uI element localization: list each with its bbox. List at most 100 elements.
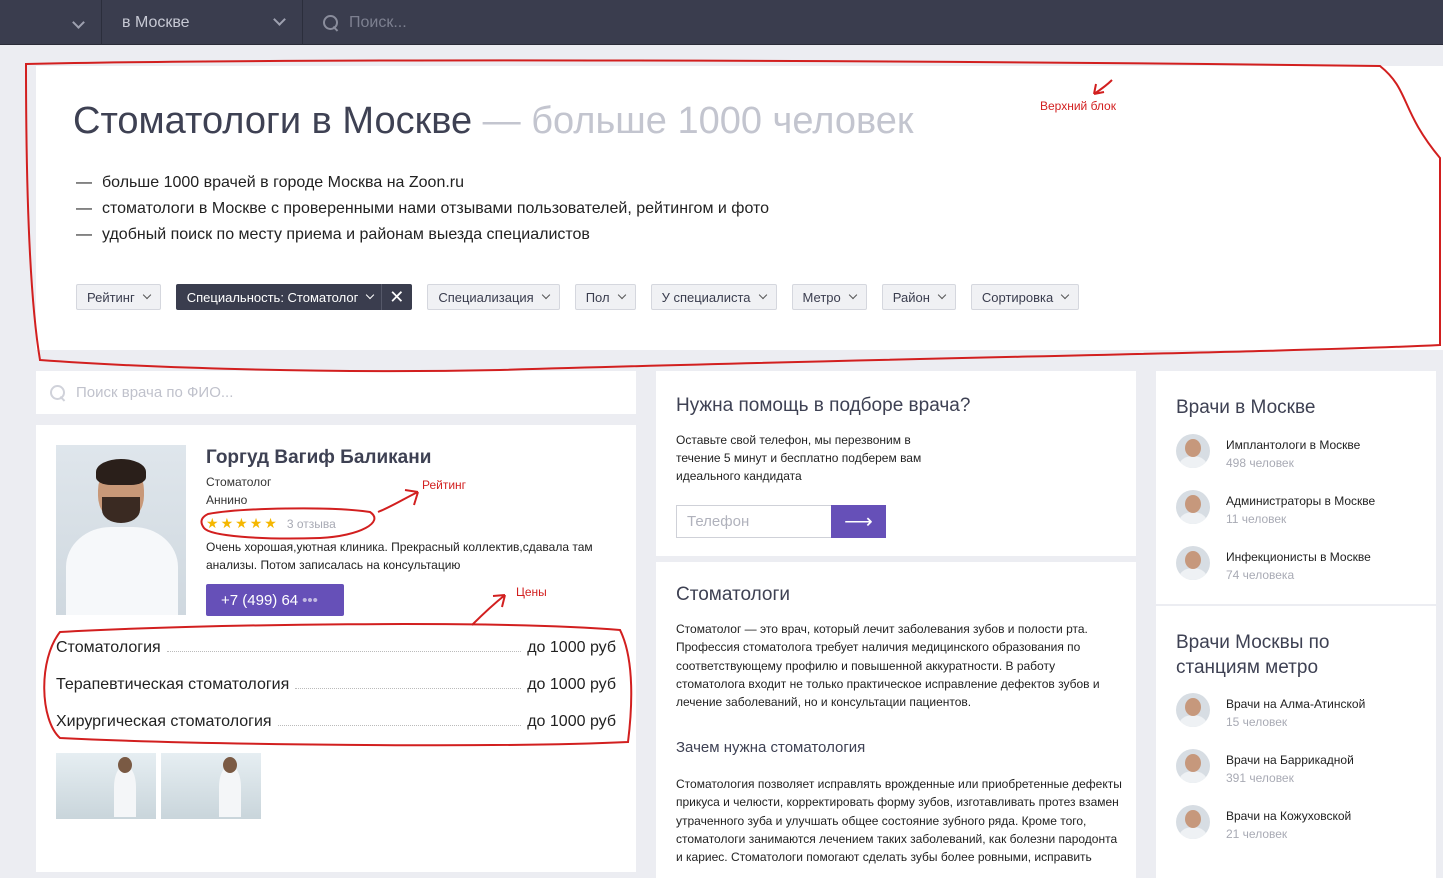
filter-sort[interactable]: Сортировка <box>970 284 1080 310</box>
global-search-input[interactable]: Поиск... <box>303 0 803 45</box>
doctor-name[interactable]: Горгуд Вагиф Баликани <box>206 447 431 469</box>
avatar-shape <box>1179 827 1207 839</box>
avatar-shape <box>1179 771 1207 783</box>
filter-rating[interactable]: Рейтинг <box>76 284 161 310</box>
annotation-label-rating: Рейтинг <box>422 478 467 492</box>
list-item: больше 1000 врачей в городе Москва на Zo… <box>76 170 769 196</box>
gallery-thumbnail[interactable] <box>56 753 156 819</box>
about-text: Стоматолог — это врач, который лечит заб… <box>676 622 1100 710</box>
filter-label: Метро <box>802 289 841 305</box>
phone-more: ••• <box>302 591 318 609</box>
avatar <box>1176 490 1210 524</box>
doctors-moscow-block: Врачи в Москве Имплантологи в Москве 498… <box>1156 371 1436 604</box>
search-placeholder: Поиск... <box>349 13 407 31</box>
help-text: Оставьте свой телефон, мы перезвоним в т… <box>676 433 922 483</box>
price-value: до 1000 руб <box>527 713 616 730</box>
filter-label: У специалиста <box>661 289 751 305</box>
annotation-label-top-block: Верхний блок <box>1040 99 1116 113</box>
doctor-location[interactable]: Аннино <box>206 493 247 507</box>
about-title: Стоматологи <box>676 584 791 605</box>
price-row: Хирургическая стоматология до 1000 руб <box>56 713 616 750</box>
about-block: Стоматологи Стоматолог — это врач, котор… <box>656 562 1136 878</box>
avatar <box>1176 693 1210 727</box>
list-item[interactable]: Врачи на Кожуховской 21 человек <box>1176 805 1365 861</box>
list-item-count: 15 человек <box>1226 715 1288 729</box>
list-item-label: Врачи на Алма-Атинской <box>1226 697 1366 711</box>
list-item-label: Инфекционисты в Москве <box>1226 550 1371 564</box>
list-item[interactable]: Врачи на Алма-Атинской 15 человек <box>1176 693 1365 749</box>
list-item-label: Имплантологи в Москве <box>1226 438 1361 452</box>
price-service: Терапевтическая стоматология <box>56 676 290 693</box>
chevron-down-icon <box>273 13 286 26</box>
filter-label: Пол <box>585 289 610 305</box>
about-subtitle: Зачем нужна стоматология <box>676 739 866 756</box>
doctor-photo[interactable] <box>56 445 186 615</box>
price-value: до 1000 руб <box>527 639 616 656</box>
menu-dropdown[interactable] <box>0 0 102 45</box>
about-text-2: Стоматология позволяет исправлять врожде… <box>676 777 1122 865</box>
avatar-shape <box>1185 754 1201 772</box>
doctor-search-input[interactable]: Поиск врача по ФИО... <box>36 371 636 414</box>
star-icon: ★ <box>235 515 248 531</box>
list-item-text: Инфекционисты в Москве 74 человека <box>1226 546 1371 602</box>
phone-number: +7 (499) 64 <box>221 591 299 609</box>
list-item-text: Врачи на Баррикадной 391 человек <box>1226 749 1354 805</box>
photo-shape <box>66 527 178 615</box>
page-title-main: Стоматологи в Москве <box>73 100 473 142</box>
chevron-down-icon <box>541 290 550 300</box>
price-list: Стоматология до 1000 руб Терапевтическая… <box>56 639 616 750</box>
list-item-count: 498 человек <box>1226 456 1294 470</box>
price-value: до 1000 руб <box>527 676 616 693</box>
star-icon: ★ <box>264 515 277 531</box>
list-item-text: Администраторы в Москве 11 человек <box>1226 490 1375 546</box>
chevron-down-icon <box>142 290 151 300</box>
show-phone-button[interactable]: +7 (499) 64 ••• <box>206 584 344 616</box>
review-text: Очень хорошая,уютная клиника. Прекрасный… <box>206 540 593 572</box>
help-block: Нужна помощь в подборе врача? Оставьте с… <box>656 371 1136 556</box>
filters-bar: Рейтинг Специальность: Стоматолог ✕ Специ… <box>76 284 1094 310</box>
filter-specialty[interactable]: Специальность: Стоматолог ✕ <box>175 284 413 310</box>
close-icon[interactable]: ✕ <box>381 284 411 310</box>
star-icon: ★ <box>206 515 219 531</box>
metro-list: Врачи на Алма-Атинской 15 человек Врачи … <box>1176 693 1365 861</box>
list-item-label: Администраторы в Москве <box>1226 494 1376 508</box>
list-item[interactable]: Имплантологи в Москве 498 человек <box>1176 434 1375 490</box>
chevron-down-icon <box>937 290 947 300</box>
chevron-down-icon <box>1060 290 1070 300</box>
section-title: Врачи Москвы по станциям метро <box>1176 632 1330 678</box>
avatar <box>1176 434 1210 468</box>
list-item-text: Врачи на Алма-Атинской 15 человек <box>1226 693 1365 749</box>
doctor-search-placeholder: Поиск врача по ФИО... <box>76 384 234 401</box>
phone-input[interactable]: Телефон <box>676 505 831 538</box>
filter-label: Специальность: Стоматолог <box>186 289 359 305</box>
filter-at-specialist[interactable]: У специалиста <box>650 284 777 310</box>
photo-shape <box>96 459 146 485</box>
photo-shape <box>102 497 140 523</box>
gallery-thumbnail[interactable] <box>161 753 261 819</box>
avatar-shape <box>1179 715 1207 727</box>
filter-gender[interactable]: Пол <box>574 284 636 310</box>
filter-specialization[interactable]: Специализация <box>427 284 560 310</box>
features-list: больше 1000 врачей в городе Москва на Zo… <box>76 170 769 248</box>
photo-shape <box>223 757 237 773</box>
list-item[interactable]: Инфекционисты в Москве 74 человека <box>1176 546 1375 602</box>
avatar-shape <box>1185 551 1201 569</box>
city-selector[interactable]: в Москве <box>102 0 303 45</box>
price-service: Хирургическая стоматология <box>56 713 272 730</box>
avatar <box>1176 546 1210 580</box>
chevron-down-icon <box>617 290 626 300</box>
city-label: в Москве <box>122 13 190 31</box>
filter-district[interactable]: Район <box>881 284 956 310</box>
page-title: Стоматологи в Москве — больше 1000 челов… <box>73 100 913 143</box>
filter-metro[interactable]: Метро <box>791 284 867 310</box>
price-service: Стоматология <box>56 639 161 656</box>
doctor-card: Горгуд Вагиф Баликани Стоматолог Аннино … <box>36 425 636 872</box>
submit-phone-button[interactable]: ⟶ <box>831 505 886 538</box>
help-title: Нужна помощь в подборе врача? <box>676 395 971 416</box>
list-item[interactable]: Врачи на Баррикадной 391 человек <box>1176 749 1365 805</box>
chevron-down-icon <box>848 290 857 300</box>
photo-gallery <box>56 753 266 819</box>
reviews-link[interactable]: 3 отзыва <box>287 517 336 531</box>
list-item[interactable]: Администраторы в Москве 11 человек <box>1176 490 1375 546</box>
avatar <box>1176 805 1210 839</box>
